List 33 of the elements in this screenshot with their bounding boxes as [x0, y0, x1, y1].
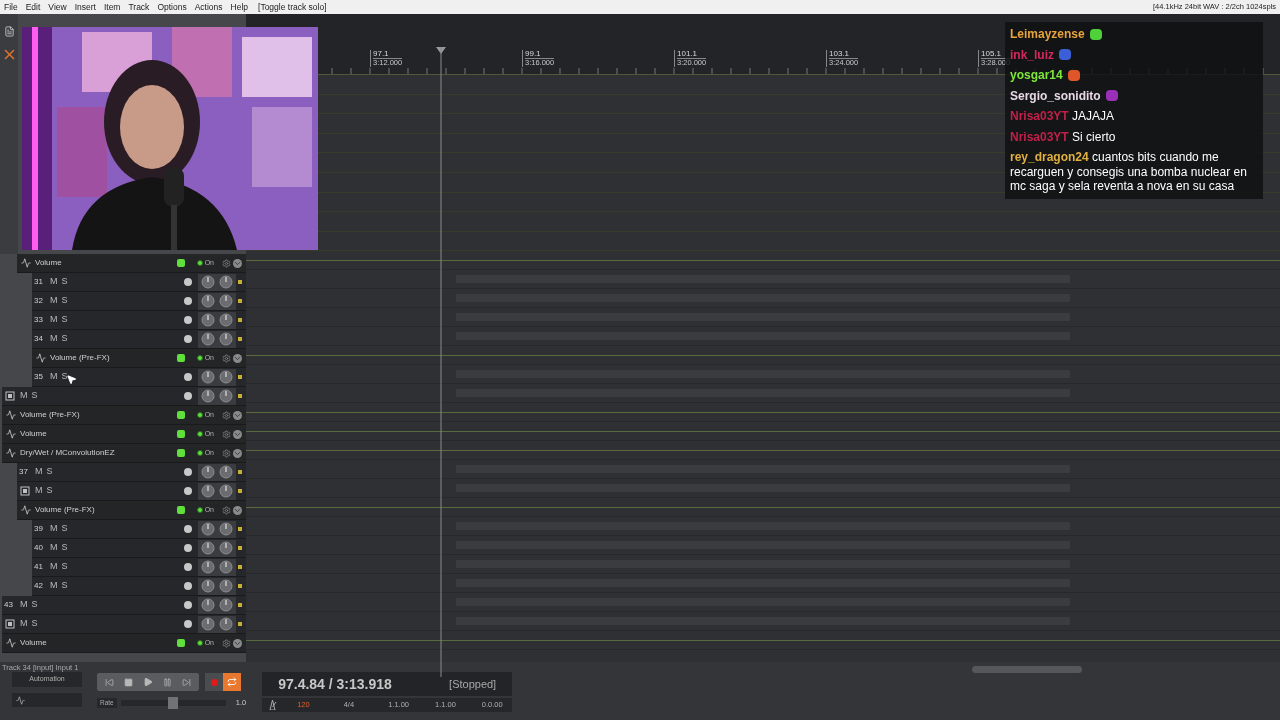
- bar-label: 99.1: [525, 50, 542, 58]
- chat-username: Sergio_sonidito: [1010, 88, 1101, 103]
- track-number: 42: [34, 580, 44, 592]
- envelope-name: Dry/Wet / MConvolutionEZ: [20, 447, 115, 459]
- action-hint: [Toggle track solo]: [258, 0, 327, 14]
- bar-label: 103.1: [829, 50, 851, 58]
- track-number: 35: [34, 371, 44, 383]
- chat-username: ink_luiz: [1010, 47, 1054, 62]
- track-number: 34: [34, 333, 44, 345]
- track-number: 37: [19, 466, 29, 478]
- envelope-name: Volume (Pre-FX): [35, 504, 95, 516]
- track-number: 32: [34, 295, 44, 307]
- chat-message: Nrisa03YT Si cierto: [1010, 129, 1116, 144]
- chat-message: rey_dragon24 cuantos bits cuando me recarguen y consegis una bomba nuclear en mc saga y sela reventa a nova en su casa: [1010, 150, 1248, 194]
- bar-label: 105.1: [981, 50, 1003, 58]
- track-number: 43: [4, 599, 14, 611]
- envelope-name: Volume: [20, 637, 47, 649]
- bar-label: 101.1: [677, 50, 699, 58]
- track-number: 31: [34, 276, 44, 288]
- chat-username: Leimayzense: [1010, 27, 1085, 42]
- position-text: 97.4.84 / 3:13.918: [278, 674, 392, 694]
- envelope-name: Volume: [35, 257, 62, 269]
- track-number: 33: [34, 314, 44, 326]
- bar-label: 97.1: [373, 50, 390, 58]
- chat-username: yosgar14: [1010, 68, 1063, 83]
- track-number: 39: [34, 523, 44, 535]
- track-number: 40: [34, 542, 44, 554]
- chat-message: Nrisa03YT JAJAJA: [1010, 109, 1115, 124]
- envelope-name: Volume (Pre-FX): [20, 409, 80, 421]
- track-number: 41: [34, 561, 44, 573]
- envelope-name: Volume (Pre-FX): [50, 352, 110, 364]
- envelope-name: Volume: [20, 428, 47, 440]
- play-state: [Stopped]: [449, 676, 497, 692]
